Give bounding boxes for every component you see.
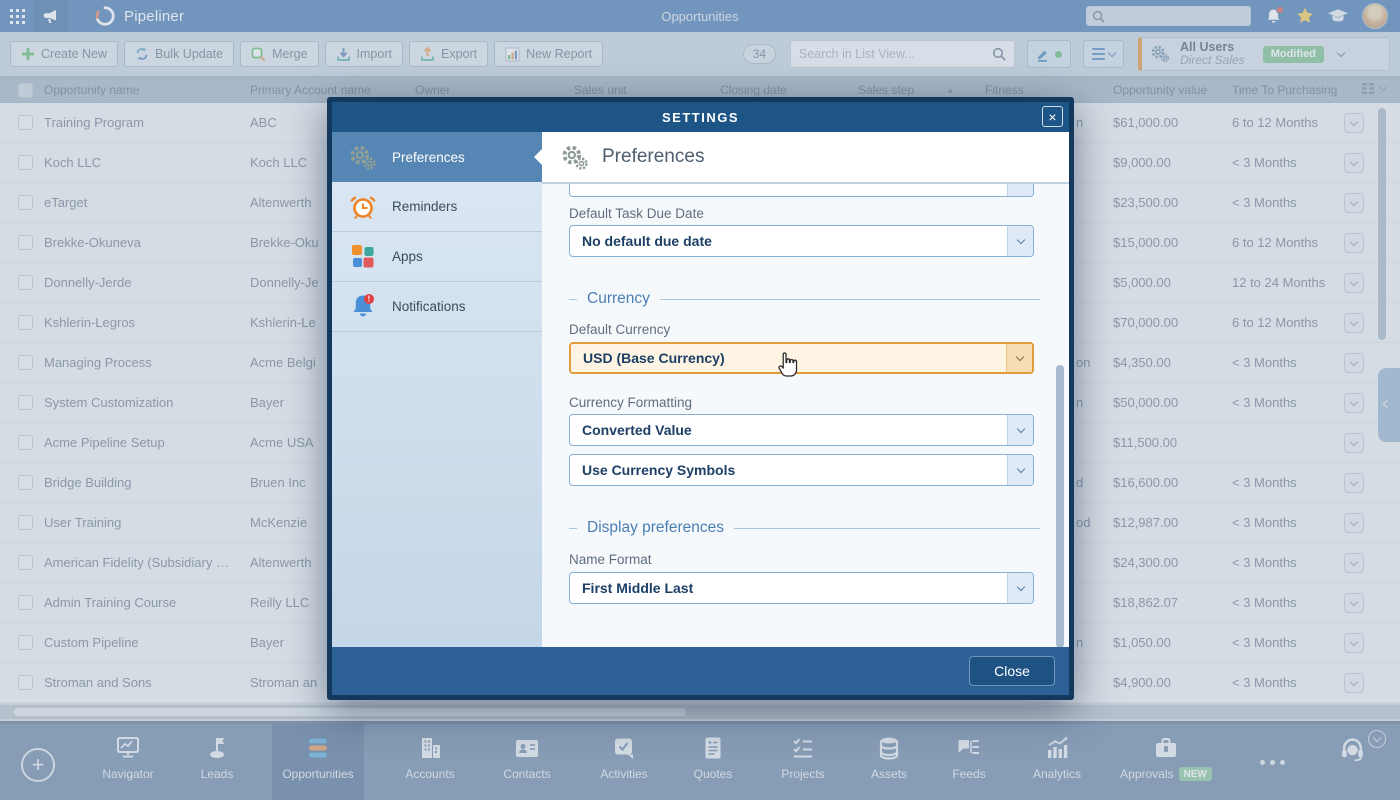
currency-formatting-select[interactable]: Converted Value <box>569 414 1034 446</box>
chevron-down-icon <box>1007 226 1033 256</box>
modal-close-button[interactable]: × <box>1042 106 1063 127</box>
app-screen: Pipeliner Opportunities Create New <box>0 0 1400 800</box>
modal-scrollbar[interactable] <box>1056 365 1064 647</box>
modal-titlebar: SETTINGS × <box>332 102 1069 132</box>
alarm-clock-icon <box>348 192 378 222</box>
settings-content: Default Task Due Date No default due dat… <box>542 184 1069 647</box>
gears-icon <box>560 143 590 171</box>
notification-bell-icon: ! <box>348 292 378 322</box>
sidebar-item-label: Notifications <box>392 299 466 314</box>
chevron-down-icon <box>1006 344 1032 372</box>
task-due-date-select[interactable]: No default due date <box>569 225 1034 257</box>
display-preferences-section-title: Display preferences <box>569 518 1040 538</box>
cutoff-select[interactable] <box>569 184 1034 197</box>
sidebar-item-label: Reminders <box>392 199 457 214</box>
currency-symbols-select[interactable]: Use Currency Symbols <box>569 454 1034 486</box>
svg-text:!: ! <box>368 294 371 303</box>
modal-footer: Close <box>332 647 1069 695</box>
chevron-down-icon <box>1007 184 1033 196</box>
name-format-label: Name Format <box>569 552 1069 568</box>
currency-section-title: Currency <box>569 289 1040 309</box>
currency-formatting-label: Currency Formatting <box>569 395 1069 411</box>
gears-icon <box>348 143 378 171</box>
default-currency-label: Default Currency <box>569 322 1069 338</box>
sidebar-item-apps[interactable]: Apps <box>332 232 542 282</box>
sidebar-item-label: Apps <box>392 249 423 264</box>
settings-content-header: Preferences <box>542 132 1069 184</box>
task-due-date-label: Default Task Due Date <box>569 206 1069 222</box>
name-format-select[interactable]: First Middle Last <box>569 572 1034 604</box>
currency-symbols-value: Use Currency Symbols <box>582 462 735 478</box>
name-format-value: First Middle Last <box>582 580 693 596</box>
currency-formatting-value: Converted Value <box>582 422 692 438</box>
chevron-down-icon <box>1007 455 1033 485</box>
default-currency-value: USD (Base Currency) <box>583 350 725 366</box>
cursor-pointer <box>778 350 802 383</box>
close-button[interactable]: Close <box>969 656 1055 686</box>
settings-modal: SETTINGS × Preferences Reminders Apps ! <box>327 97 1074 700</box>
sidebar-item-label: Preferences <box>392 150 465 165</box>
settings-sidebar: Preferences Reminders Apps ! Notificatio… <box>332 132 542 647</box>
chevron-down-icon <box>1007 415 1033 445</box>
content-header-title: Preferences <box>602 146 704 168</box>
task-due-date-value: No default due date <box>582 233 712 249</box>
sidebar-item-preferences[interactable]: Preferences <box>332 132 542 182</box>
puzzle-apps-icon <box>348 242 378 272</box>
sidebar-item-notifications[interactable]: ! Notifications <box>332 282 542 332</box>
modal-title: SETTINGS <box>662 110 739 125</box>
sidebar-item-reminders[interactable]: Reminders <box>332 182 542 232</box>
chevron-down-icon <box>1007 573 1033 603</box>
